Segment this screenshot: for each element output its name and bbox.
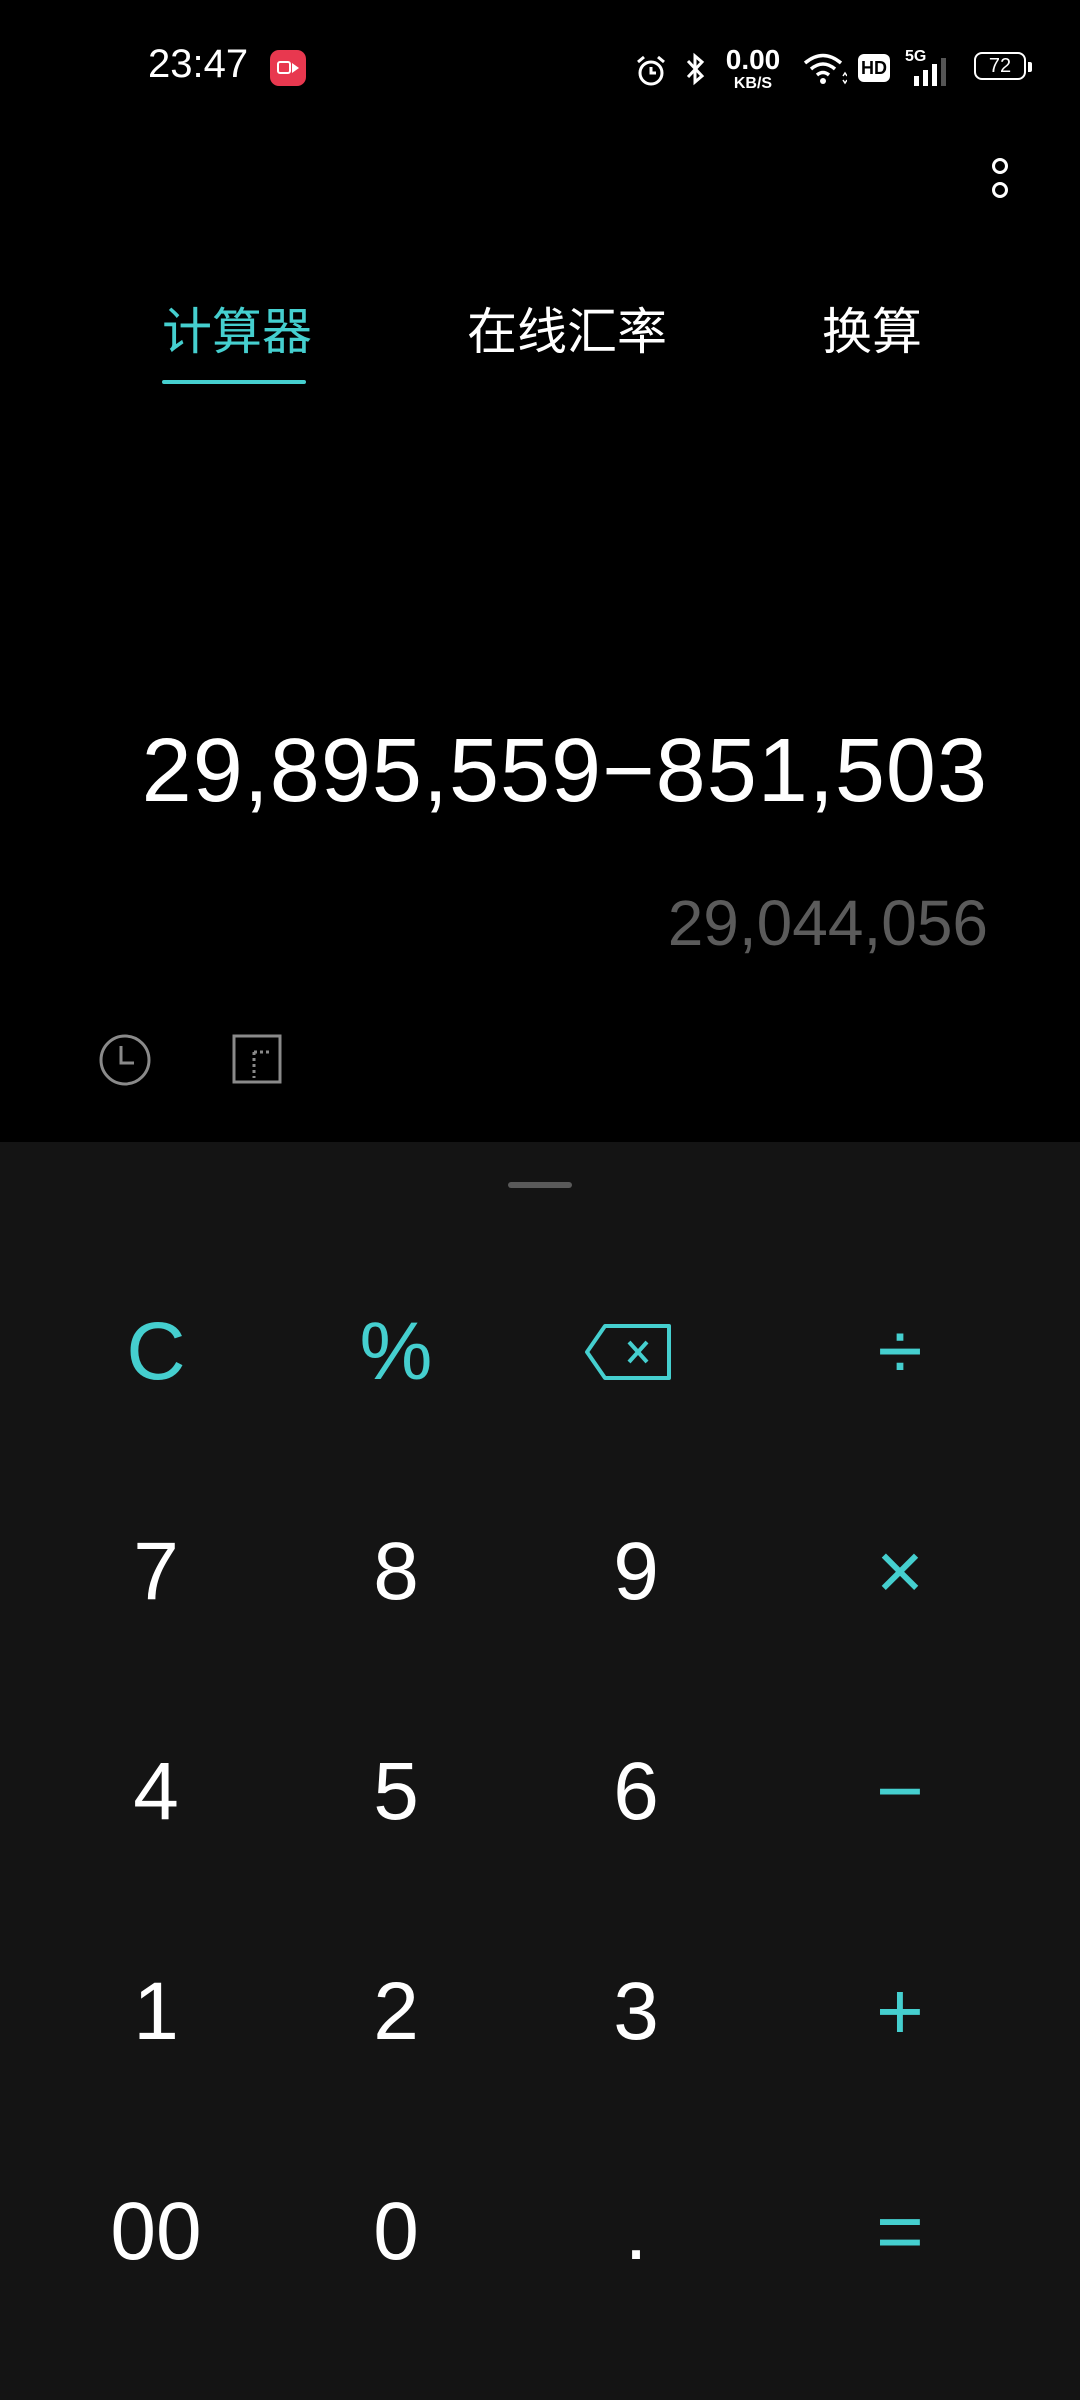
digit-6-button[interactable]: 6 (536, 1712, 736, 1872)
network-speed: 0.00 KB/S (725, 44, 781, 92)
percent-button[interactable]: % (296, 1272, 496, 1432)
digit-1-button[interactable]: 1 (56, 1932, 256, 2092)
hd-icon: HD (858, 54, 890, 82)
tab-conversion[interactable]: 换算 (822, 292, 922, 364)
backspace-icon (585, 1324, 671, 1380)
digit-8-button[interactable]: 8 (296, 1492, 496, 1652)
digit-9-button[interactable]: 9 (536, 1492, 736, 1652)
decimal-point-button[interactable]: . (536, 2152, 736, 2312)
tab-exchange-rate[interactable]: 在线汇率 (467, 292, 667, 364)
plus-button[interactable]: + (800, 1932, 1000, 2092)
digit-3-button[interactable]: 3 (536, 1932, 736, 2092)
digit-7-button[interactable]: 7 (56, 1492, 256, 1652)
clear-button[interactable]: C (56, 1272, 256, 1432)
digit-0-button[interactable]: 0 (296, 2152, 496, 2312)
minus-button[interactable]: − (800, 1712, 1000, 1872)
result-display: 29,044,056 (667, 887, 988, 959)
wifi-icon (803, 53, 847, 85)
alarm-icon (637, 55, 665, 86)
keypad: C % ÷ 7 8 9 × 4 5 6 − 1 2 3 + 00 0 . = (0, 1142, 1080, 2400)
divide-button[interactable]: ÷ (800, 1272, 1000, 1432)
history-icon[interactable] (97, 1032, 153, 1088)
digit-2-button[interactable]: 2 (296, 1932, 496, 2092)
tab-bar: 计算器 在线汇率 换算 (0, 280, 1080, 390)
backspace-button[interactable] (528, 1272, 728, 1432)
active-tab-indicator (162, 380, 306, 384)
digit-5-button[interactable]: 5 (296, 1712, 496, 1872)
digit-4-button[interactable]: 4 (56, 1712, 256, 1872)
screen-record-icon (270, 50, 306, 86)
signal-icon (914, 58, 946, 86)
status-icons: 0.00 KB/S HD 5G 72 (620, 46, 1080, 92)
double-zero-button[interactable]: 00 (56, 2152, 256, 2312)
tab-calculator[interactable]: 计算器 (162, 292, 312, 364)
status-bar: 23:47 0.00 KB/S HD 5G 72 (0, 0, 1080, 140)
drag-handle[interactable] (508, 1182, 572, 1188)
bluetooth-icon (686, 52, 705, 86)
battery-icon: 72 (974, 52, 1032, 80)
multiply-button[interactable]: × (800, 1492, 1000, 1652)
status-time: 23:47 (148, 42, 249, 86)
expression-display: 29,895,559−851,503 (141, 721, 988, 821)
equals-button[interactable]: = (800, 2152, 1000, 2312)
scientific-mode-icon[interactable] (232, 1034, 282, 1084)
more-options-icon[interactable] (980, 150, 1020, 210)
